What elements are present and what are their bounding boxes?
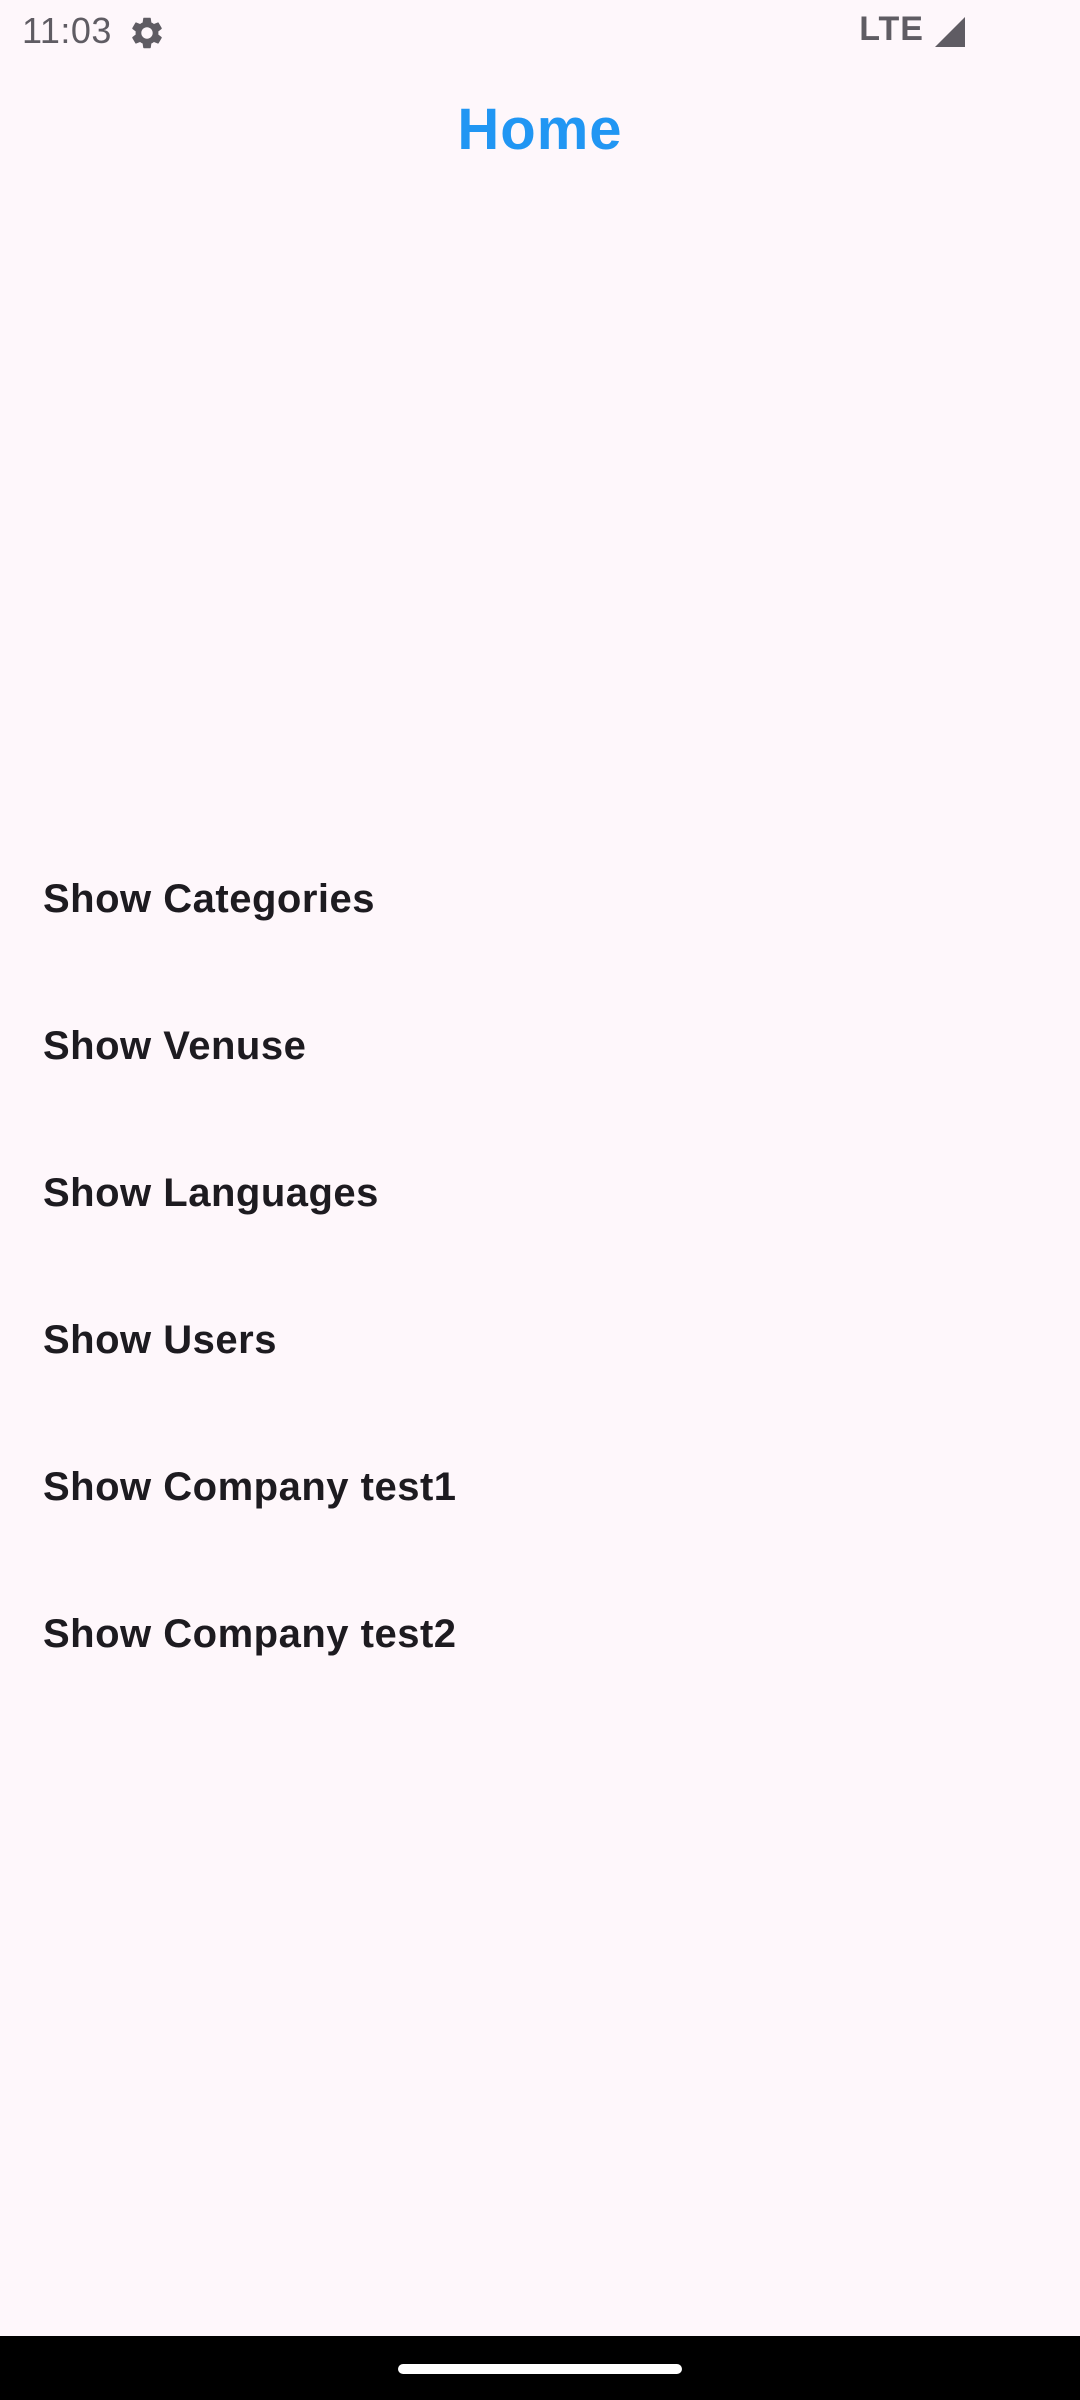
status-time: 11:03 — [22, 10, 112, 51]
navigation-bar — [0, 2336, 1080, 2400]
signal-icon — [932, 14, 968, 50]
menu-list: Show Categories Show Venuse Show Languag… — [0, 826, 1080, 1708]
network-type-label: LTE — [859, 10, 924, 48]
menu-item-show-venuse[interactable]: Show Venuse — [0, 973, 1080, 1120]
menu-item-show-users[interactable]: Show Users — [0, 1267, 1080, 1414]
status-bar: 11:03 LTE — [0, 0, 1080, 64]
menu-item-show-categories[interactable]: Show Categories — [0, 826, 1080, 973]
home-gesture-handle[interactable] — [398, 2364, 682, 2374]
page-title: Home — [457, 97, 623, 162]
menu-item-show-languages[interactable]: Show Languages — [0, 1120, 1080, 1267]
gear-icon — [128, 14, 166, 52]
menu-item-show-company-test1[interactable]: Show Company test1 — [0, 1414, 1080, 1561]
menu-item-show-company-test2[interactable]: Show Company test2 — [0, 1561, 1080, 1708]
